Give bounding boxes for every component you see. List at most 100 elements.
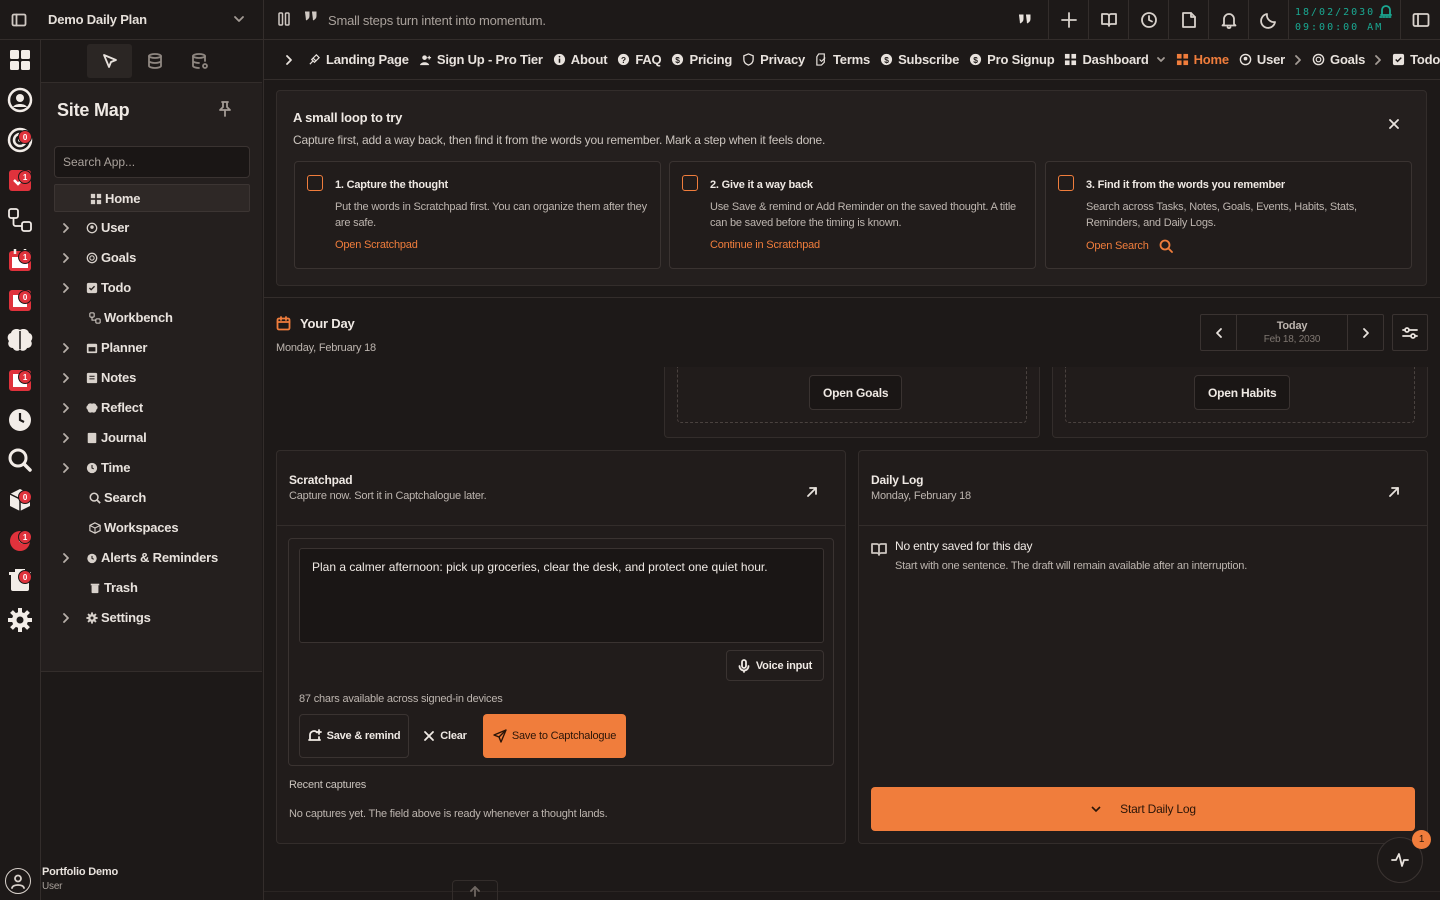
user-profile[interactable]: Portfolio Demo User	[5, 860, 262, 900]
rail-time[interactable]	[6, 406, 34, 434]
chevron-right-icon[interactable]	[62, 223, 70, 233]
sidebar-item-todo[interactable]: Todo	[54, 274, 250, 302]
open-search-link[interactable]: Open Search	[1086, 239, 1173, 253]
workspace-name[interactable]: Demo Daily Plan	[48, 12, 147, 27]
pause-icon[interactable]	[278, 12, 290, 26]
chevron-down-icon[interactable]	[233, 13, 245, 25]
chevron-right-icon[interactable]	[62, 553, 70, 563]
open-habits-button[interactable]: Open Habits	[1194, 375, 1291, 410]
continue-scratchpad-link[interactable]: Continue in Scratchpad	[710, 239, 820, 251]
step-checkbox[interactable]	[307, 175, 323, 191]
nav-item-dashboard[interactable]: Dashboard	[1064, 52, 1165, 67]
sidebar-item-reflect[interactable]: Reflect	[54, 394, 250, 422]
sidebar-item-home[interactable]: Home	[54, 184, 250, 212]
sidebar-item-workspaces[interactable]: Workspaces	[54, 514, 250, 542]
step-link-label[interactable]: Continue in Scratchpad	[710, 239, 820, 251]
close-icon[interactable]	[1388, 118, 1400, 130]
right-panel-toggle-button[interactable]	[1400, 0, 1440, 40]
step-link-label[interactable]: Open Search	[1086, 240, 1149, 252]
nav-item-landing-page[interactable]: Landing Page	[308, 52, 409, 67]
notes-button[interactable]	[1168, 0, 1208, 40]
save-and-remind-button[interactable]: Save & remind	[299, 714, 409, 758]
rail-workbench[interactable]	[6, 206, 34, 234]
nav-item-label: Landing Page	[326, 52, 409, 67]
workspace-switcher[interactable]: Demo Daily Plan	[0, 0, 264, 40]
nav-item-home[interactable]: Home	[1176, 52, 1229, 67]
day-settings-button[interactable]	[1392, 314, 1428, 351]
sidebar-item-alerts-reminders[interactable]: Alerts & Reminders	[54, 544, 250, 572]
open-scratchpad-link[interactable]: Open Scratchpad	[335, 239, 418, 251]
sidebar-item-trash[interactable]: Trash	[54, 574, 250, 602]
rail-settings[interactable]	[6, 606, 34, 634]
reader-button[interactable]	[1088, 0, 1128, 40]
chevron-right-icon[interactable]	[62, 613, 70, 623]
nav-item-subscribe[interactable]: $ Subscribe	[880, 52, 959, 67]
pin-icon[interactable]	[218, 101, 232, 117]
scratchpad-textarea[interactable]: Plan a calmer afternoon: pick up groceri…	[299, 548, 824, 643]
today-label[interactable]: Today	[1237, 320, 1347, 332]
rail-user[interactable]	[6, 86, 34, 114]
chevron-right-icon[interactable]	[62, 463, 70, 473]
save-to-captchalogue-button[interactable]: Save to Captchalogue	[483, 714, 626, 758]
sidebar-search-input[interactable]	[54, 146, 250, 178]
add-button[interactable]	[1048, 0, 1088, 40]
chevron-right-icon[interactable]	[62, 433, 70, 443]
sidebar-item-workbench[interactable]: Workbench	[54, 304, 250, 332]
previous-day-button[interactable]	[1201, 315, 1237, 350]
chevron-right-icon[interactable]	[62, 403, 70, 413]
chevron-right-icon[interactable]	[62, 253, 70, 263]
sidebar-item-user[interactable]: User	[54, 214, 250, 242]
tab-data[interactable]	[132, 44, 177, 78]
grid-icon	[90, 193, 102, 205]
notifications-button[interactable]	[1208, 0, 1248, 40]
chevron-right-icon[interactable]	[1374, 54, 1382, 65]
rail-reflect[interactable]	[6, 326, 34, 354]
sidebar-toggle-icon[interactable]	[11, 12, 27, 28]
tab-navigate[interactable]	[87, 44, 132, 78]
rail-badge: 1	[18, 250, 32, 264]
avatar[interactable]	[5, 868, 31, 894]
nav-item-privacy[interactable]: Privacy	[742, 52, 805, 67]
nav-item-pricing[interactable]: $ Pricing	[671, 52, 732, 67]
next-day-button[interactable]	[1347, 315, 1383, 350]
theme-toggle-button[interactable]	[1248, 0, 1288, 40]
chevron-right-icon[interactable]	[62, 283, 70, 293]
dollar-icon: $	[969, 53, 982, 66]
sidebar-item-notes[interactable]: Notes	[54, 364, 250, 392]
nav-item-about[interactable]: About	[553, 52, 608, 67]
alarm-bell-icon[interactable]	[1379, 4, 1393, 18]
quote-toggle-icon[interactable]	[1017, 12, 1033, 26]
voice-input-button[interactable]: Voice input	[726, 650, 824, 681]
nav-item-todo[interactable]: Todo	[1392, 52, 1440, 67]
chevron-right-icon[interactable]	[62, 373, 70, 383]
nav-item-pro-signup[interactable]: $ Pro Signup	[969, 52, 1055, 67]
step-link-label[interactable]: Open Scratchpad	[335, 239, 418, 251]
expand-arrow-icon[interactable]	[1388, 486, 1400, 498]
nav-item-terms[interactable]: Terms	[815, 52, 870, 67]
step-checkbox[interactable]	[1058, 175, 1074, 191]
nav-item-goals[interactable]: Goals	[1312, 52, 1382, 67]
expand-arrow-icon[interactable]	[806, 486, 818, 498]
rail-dashboard[interactable]	[6, 46, 34, 74]
nav-item-sign-up-pro-tier[interactable]: Sign Up - Pro Tier	[419, 52, 543, 67]
sidebar-item-journal[interactable]: Journal	[54, 424, 250, 452]
tab-storage[interactable]	[177, 44, 222, 78]
step-checkbox[interactable]	[682, 175, 698, 191]
nav-item-user[interactable]: User	[1239, 52, 1302, 67]
sidebar-item-time[interactable]: Time	[54, 454, 250, 482]
chevron-right-icon[interactable]	[1294, 54, 1302, 65]
nav-item-faq[interactable]: ? FAQ	[617, 52, 662, 67]
history-button[interactable]	[1128, 0, 1168, 40]
sidebar-item-settings[interactable]: Settings	[54, 604, 250, 632]
sidebar-item-goals[interactable]: Goals	[54, 244, 250, 272]
start-daily-log-button[interactable]: Start Daily Log	[871, 787, 1415, 831]
chevron-down-icon[interactable]	[1156, 55, 1166, 65]
scroll-up-button[interactable]	[452, 880, 498, 900]
open-goals-button[interactable]: Open Goals	[809, 375, 903, 410]
chevron-right-icon[interactable]	[284, 54, 294, 66]
sidebar-item-search[interactable]: Search	[54, 484, 250, 512]
rail-search[interactable]	[6, 446, 34, 474]
sidebar-item-planner[interactable]: Planner	[54, 334, 250, 362]
clear-button[interactable]: Clear	[417, 714, 473, 758]
chevron-right-icon[interactable]	[62, 343, 70, 353]
